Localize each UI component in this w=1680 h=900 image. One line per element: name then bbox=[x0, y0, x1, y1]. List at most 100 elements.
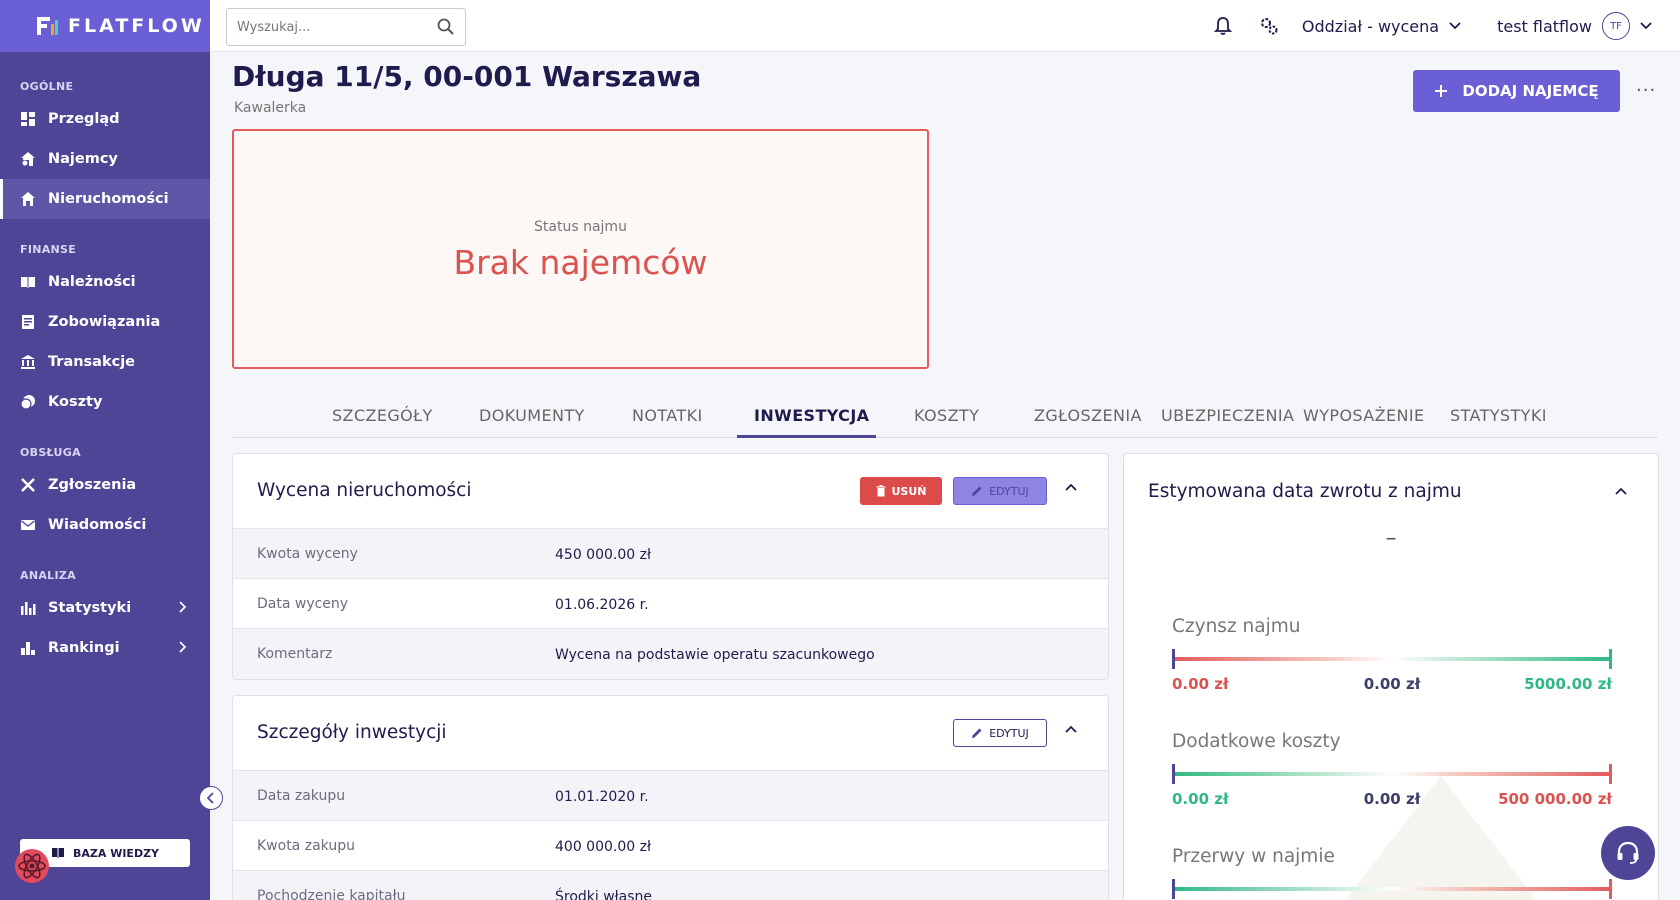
status-label: Status najmu bbox=[534, 219, 627, 235]
bank-icon bbox=[21, 355, 35, 369]
sidebar-item-label: Wiadomości bbox=[48, 517, 147, 533]
sidebar-item-liabilities[interactable]: Zobowiązania bbox=[0, 302, 210, 342]
status-value: Brak najemców bbox=[453, 243, 708, 282]
chevron-up-icon[interactable] bbox=[1615, 487, 1627, 495]
plus-icon bbox=[1435, 85, 1448, 97]
sidebar-item-label: Transakcje bbox=[48, 354, 136, 370]
pencil-icon bbox=[972, 728, 982, 738]
range-bar bbox=[1172, 887, 1612, 891]
sidebar-item-rankings[interactable]: Rankingi bbox=[0, 628, 210, 668]
sidebar-item-receivables[interactable]: Należności bbox=[0, 262, 210, 302]
section-title-finance: FINANSE bbox=[20, 243, 77, 256]
sidebar-item-label: Zgłoszenia bbox=[48, 477, 137, 493]
chevron-up-icon[interactable] bbox=[1065, 483, 1077, 491]
leaderboard-icon bbox=[21, 642, 35, 655]
edit-button[interactable]: EDYTUJ bbox=[953, 477, 1047, 505]
active-tab-indicator bbox=[737, 435, 876, 438]
range-slider[interactable] bbox=[1172, 764, 1612, 784]
search-box[interactable] bbox=[226, 8, 466, 46]
more-options-button[interactable]: ··· bbox=[1636, 80, 1656, 101]
tab-equipment[interactable]: WYPOSAŻENIE bbox=[1303, 406, 1425, 425]
sidebar-item-transactions[interactable]: Transakcje bbox=[0, 342, 210, 382]
add-tenant-button[interactable]: DODAJ NAJEMCĘ bbox=[1413, 70, 1620, 112]
sidebar-item-reports[interactable]: Zgłoszenia bbox=[0, 465, 210, 505]
chevron-right-icon bbox=[179, 601, 187, 613]
branch-name: Oddział - wycena bbox=[1301, 16, 1440, 36]
delete-button[interactable]: USUŃ bbox=[860, 477, 942, 505]
tab-documents[interactable]: DOKUMENTY bbox=[479, 406, 585, 425]
tab-statistics[interactable]: STATYSTYKI bbox=[1450, 406, 1547, 425]
tools-icon bbox=[21, 478, 35, 492]
sidebar-item-label: Koszty bbox=[48, 394, 103, 410]
metric-max: 5000.00 zł bbox=[1524, 675, 1612, 693]
dashboard-icon bbox=[21, 112, 35, 126]
roi-estimate-card: Estymowana data zwrotu z najmu – Czynsz … bbox=[1123, 453, 1659, 900]
tenant-house-icon bbox=[21, 152, 35, 166]
user-name: test flatflow bbox=[1497, 16, 1592, 36]
table-row: Data wyceny 01.06.2026 r. bbox=[233, 579, 1108, 629]
knowledge-base-label: BAZA WIEDZY bbox=[72, 846, 160, 860]
flatflow-logo-icon bbox=[37, 17, 58, 35]
valuation-rows: Kwota wyceny 450 000.00 zł Data wyceny 01.… bbox=[233, 529, 1108, 679]
sidebar-collapse-button[interactable] bbox=[199, 786, 223, 810]
user-menu[interactable]: test flatflow TF bbox=[1497, 12, 1652, 40]
mail-icon bbox=[21, 520, 35, 530]
range-min-tick bbox=[1172, 879, 1175, 899]
range-slider[interactable] bbox=[1172, 879, 1612, 899]
sidebar-item-statistics[interactable]: Statystyki bbox=[0, 588, 210, 628]
topbar: Oddział - wycena test flatflow TF bbox=[210, 0, 1680, 52]
edit-button[interactable]: EDYTUJ bbox=[953, 719, 1047, 747]
sidebar-item-properties[interactable]: Nieruchomości bbox=[0, 179, 210, 219]
card-header: Wycena nieruchomości USUŃ EDYTUJ bbox=[233, 454, 1108, 529]
sidebar-item-costs[interactable]: Koszty bbox=[0, 382, 210, 422]
tab-details[interactable]: SZCZEGÓŁY bbox=[332, 406, 433, 425]
table-row: Kwota zakupu 400 000.00 zł bbox=[233, 821, 1108, 871]
sidebar-item-messages[interactable]: Wiadomości bbox=[0, 505, 210, 545]
tab-investment[interactable]: INWESTYCJA bbox=[754, 406, 869, 425]
tab-costs[interactable]: KOSZTY bbox=[914, 406, 979, 425]
edit-label: EDYTUJ bbox=[989, 484, 1029, 498]
range-min-tick bbox=[1172, 649, 1175, 669]
row-key: Data zakupu bbox=[257, 788, 346, 804]
receipt-icon bbox=[22, 315, 34, 329]
search-input[interactable] bbox=[237, 19, 427, 35]
row-value: 01.06.2026 r. bbox=[555, 597, 649, 613]
card-title: Wycena nieruchomości bbox=[257, 480, 472, 501]
brand-logo[interactable]: FLATFLOW bbox=[0, 0, 210, 52]
sidebar-item-tenants[interactable]: Najemcy bbox=[0, 139, 210, 179]
chevron-up-icon[interactable] bbox=[1065, 725, 1077, 733]
range-bar bbox=[1172, 772, 1612, 776]
card-title: Estymowana data zwrotu z najmu bbox=[1148, 481, 1462, 502]
investment-rows: Data zakupu 01.01.2020 r. Kwota zakupu 400… bbox=[233, 771, 1108, 900]
tab-insurance[interactable]: UBEZPIECZENIA bbox=[1161, 406, 1294, 425]
tab-reports[interactable]: ZGŁOSZENIA bbox=[1034, 406, 1142, 425]
settings-gears-icon[interactable] bbox=[1258, 15, 1280, 37]
search-icon[interactable] bbox=[437, 18, 455, 36]
react-devtools-icon[interactable] bbox=[12, 846, 52, 886]
metric-title: Przerwy w najmie bbox=[1172, 846, 1335, 867]
sidebar-item-label: Rankingi bbox=[48, 640, 120, 656]
tab-notes[interactable]: NOTATKI bbox=[632, 406, 703, 425]
sidebar-item-label: Statystyki bbox=[48, 600, 132, 616]
page-title: Długa 11/5, 00-001 Warszawa bbox=[232, 60, 702, 93]
support-chat-button[interactable] bbox=[1601, 826, 1655, 880]
topbar-right: Oddział - wycena test flatflow TF bbox=[1213, 0, 1680, 52]
range-max-tick bbox=[1609, 879, 1612, 899]
range-slider[interactable] bbox=[1172, 649, 1612, 669]
row-value: Wycena na podstawie operatu szacunkowego bbox=[555, 647, 875, 663]
row-key: Kwota zakupu bbox=[257, 838, 355, 854]
sidebar-item-overview[interactable]: Przegląd bbox=[0, 99, 210, 139]
range-max-tick bbox=[1609, 764, 1612, 784]
table-row: Data zakupu 01.01.2020 r. bbox=[233, 771, 1108, 821]
delete-label: USUŃ bbox=[891, 484, 927, 498]
page-subtitle: Kawalerka bbox=[234, 100, 307, 116]
branch-selector[interactable]: Oddział - wycena bbox=[1302, 17, 1461, 36]
card-header: Szczegóły inwestycji EDYTUJ bbox=[233, 696, 1108, 771]
brand-name: FLATFLOW bbox=[68, 15, 205, 37]
row-value: 01.01.2020 r. bbox=[555, 789, 649, 805]
row-key: Kwota wyceny bbox=[257, 546, 358, 562]
table-row: Pochodzenie kapitału Środki własne bbox=[233, 871, 1108, 900]
metric-title: Czynsz najmu bbox=[1172, 616, 1301, 637]
metric-values: 0.00 zł 0.00 zł 500 000.00 zł bbox=[1172, 790, 1612, 810]
notification-bell-icon[interactable] bbox=[1213, 16, 1232, 36]
